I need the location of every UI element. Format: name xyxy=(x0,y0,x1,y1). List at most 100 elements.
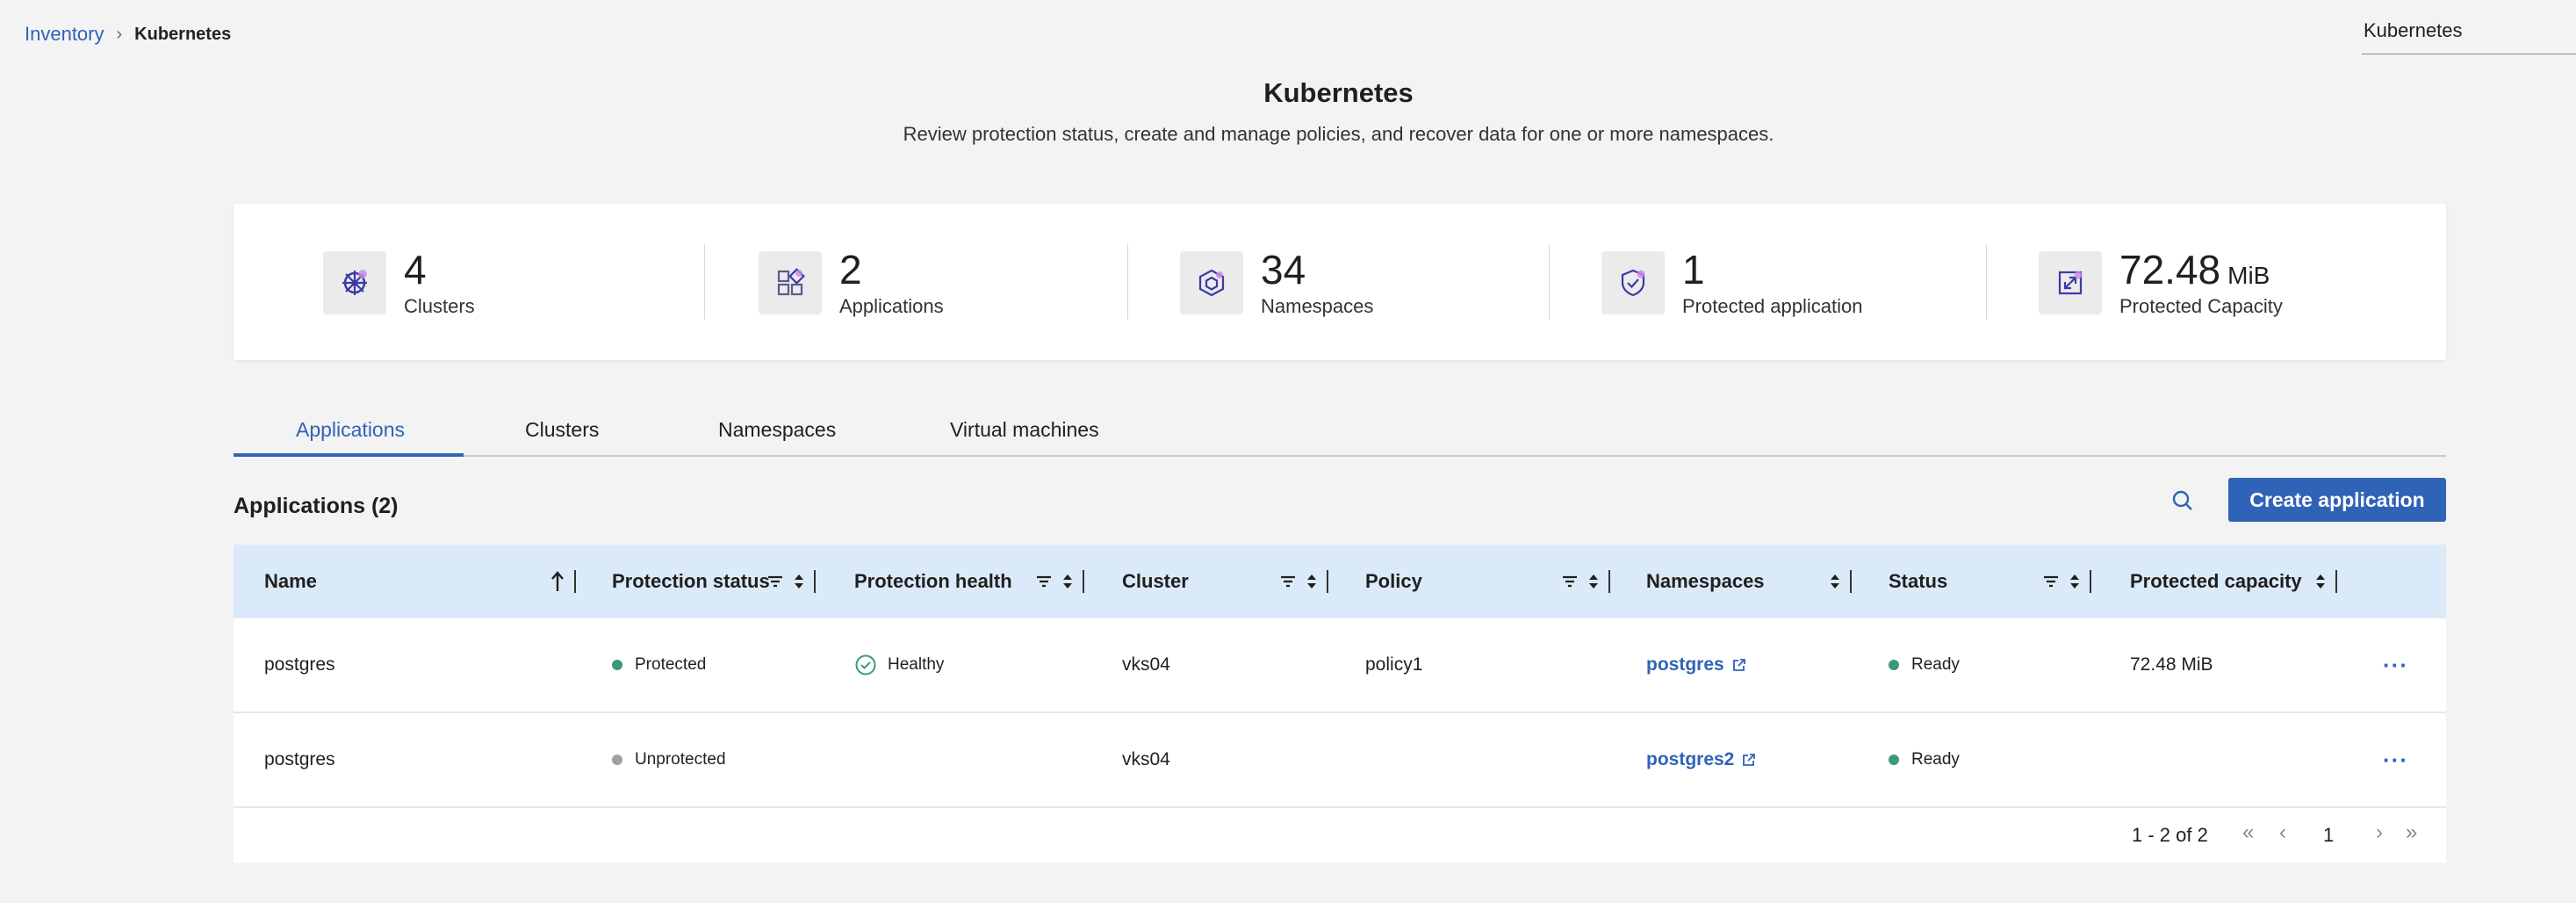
cell-status: Ready xyxy=(1889,713,1960,806)
filter-icon[interactable] xyxy=(1279,573,1297,590)
capacity-value: 72.48 MiB xyxy=(2119,249,2283,290)
status-dot xyxy=(612,755,622,765)
namespaces-label: Namespaces xyxy=(1261,295,1374,317)
stat-clusters: 4 Clusters xyxy=(323,249,475,318)
namespaces-count: 34 xyxy=(1261,247,1306,293)
tab-virtual-machines[interactable]: Virtual machines xyxy=(950,418,1099,442)
table-header: Name Protection status Protection health… xyxy=(234,545,2446,618)
column-header-status[interactable]: Status xyxy=(1889,545,1947,618)
expand-icon xyxy=(2039,251,2102,314)
cell-cluster: vks04 xyxy=(1122,654,1170,675)
column-header-protected-capacity[interactable]: Protected capacity xyxy=(2130,545,2302,618)
page-title: Kubernetes xyxy=(1263,77,1414,108)
column-resize-handle[interactable] xyxy=(2090,570,2091,593)
column-header-protection-health[interactable]: Protection health xyxy=(854,545,1012,618)
namespace-link-text: postgres xyxy=(1646,654,1724,675)
capacity-number: 72.48 xyxy=(2119,247,2221,293)
stat-protected-capacity: 72.48 MiB Protected Capacity xyxy=(2039,249,2283,318)
summary-card: 4 Clusters 2 Applications 34 Namespaces … xyxy=(234,204,2446,360)
status-dot xyxy=(1889,755,1899,765)
context-selector[interactable]: Kubernetes xyxy=(2362,18,2576,54)
divider xyxy=(1986,244,1987,320)
capacity-unit: MiB xyxy=(2227,262,2270,289)
sort-icon[interactable] xyxy=(793,571,805,592)
check-circle-icon xyxy=(855,654,876,675)
column-resize-handle[interactable] xyxy=(2335,570,2337,593)
clusters-count: 4 xyxy=(404,247,427,293)
external-link-icon xyxy=(1743,754,1756,766)
shield-check-icon xyxy=(1601,251,1665,314)
tab-applications[interactable]: Applications xyxy=(296,418,405,442)
filter-icon[interactable] xyxy=(1035,573,1053,590)
protected-apps-label: Protected application xyxy=(1682,295,1863,317)
tab-namespaces[interactable]: Namespaces xyxy=(718,418,836,442)
sort-icon[interactable] xyxy=(1061,571,1074,592)
cell-cluster: vks04 xyxy=(1122,749,1170,769)
next-page-icon[interactable]: › xyxy=(2376,820,2383,845)
cell-policy: policy1 xyxy=(1365,654,1423,675)
column-header-cluster[interactable]: Cluster xyxy=(1122,545,1189,618)
tab-clusters[interactable]: Clusters xyxy=(525,418,599,442)
cluster-tools xyxy=(1279,569,1328,594)
last-page-icon[interactable]: » xyxy=(2406,820,2417,845)
cell-namespace: postgres xyxy=(1646,618,1747,712)
column-resize-handle[interactable] xyxy=(1083,570,1084,593)
cell-name: postgres xyxy=(264,749,335,769)
column-resize-handle[interactable] xyxy=(814,570,816,593)
column-header-policy[interactable]: Policy xyxy=(1365,545,1422,618)
first-page-icon[interactable]: « xyxy=(2242,820,2254,845)
column-resize-handle[interactable] xyxy=(1327,570,1328,593)
cell-namespace: postgres2 xyxy=(1646,713,1757,806)
table-footer: 1 - 2 of 2 « ‹ 1 › » xyxy=(234,808,2446,863)
pagination-range: 1 - 2 of 2 xyxy=(2132,824,2208,846)
filter-icon[interactable] xyxy=(2042,573,2060,590)
filter-icon[interactable] xyxy=(1561,573,1579,590)
previous-page-icon[interactable]: ‹ xyxy=(2279,820,2286,845)
cell-protection-status: Protected xyxy=(612,618,706,712)
helm-wheel-icon xyxy=(323,251,386,314)
applications-label: Applications xyxy=(839,295,944,317)
active-tab-indicator xyxy=(234,453,464,457)
sort-icon[interactable] xyxy=(1587,571,1600,592)
chevron-right-icon: › xyxy=(116,24,123,44)
breadcrumb: Inventory › Kubernetes xyxy=(25,23,231,46)
column-resize-handle[interactable] xyxy=(1608,570,1610,593)
cube-icon xyxy=(1180,251,1243,314)
protected-apps-count: 1 xyxy=(1682,247,1705,293)
row-actions-more-icon[interactable]: ··· xyxy=(2383,713,2408,806)
policy-tools xyxy=(1561,569,1610,594)
cell-protection-health: Healthy xyxy=(854,618,944,712)
column-header-namespaces[interactable]: Namespaces xyxy=(1646,545,1765,618)
namespace-link[interactable]: postgres2 xyxy=(1646,749,1757,770)
filter-icon[interactable] xyxy=(766,573,784,590)
sort-icon[interactable] xyxy=(1306,571,1318,592)
sort-ascending-icon[interactable] xyxy=(550,570,565,593)
protection-status-tools xyxy=(766,569,816,594)
more-icon[interactable]: ··· xyxy=(2383,747,2408,774)
protection-status-text: Unprotected xyxy=(635,750,726,769)
table-row[interactable]: postgres Protected Healthy vks04 policy1… xyxy=(234,618,2446,713)
breadcrumb-inventory-link[interactable]: Inventory xyxy=(25,23,104,46)
column-resize-handle[interactable] xyxy=(1850,570,1852,593)
section-title: Applications (2) xyxy=(234,494,399,518)
cell-status: Ready xyxy=(1889,618,1960,712)
status-text: Ready xyxy=(1911,655,1960,674)
column-header-name[interactable]: Name xyxy=(264,545,317,618)
clusters-label: Clusters xyxy=(404,295,475,317)
table-row[interactable]: postgres Unprotected vks04 postgres2 Rea… xyxy=(234,713,2446,808)
column-resize-handle[interactable] xyxy=(574,570,576,593)
create-application-button[interactable]: Create application xyxy=(2228,478,2446,522)
sort-icon[interactable] xyxy=(2069,571,2081,592)
current-page[interactable]: 1 xyxy=(2323,824,2334,847)
search-icon[interactable] xyxy=(2167,485,2198,517)
sort-icon[interactable] xyxy=(2314,571,2327,592)
column-header-protection-status[interactable]: Protection status xyxy=(612,545,770,618)
sort-icon[interactable] xyxy=(1829,571,1841,592)
row-actions-more-icon[interactable]: ··· xyxy=(2383,618,2408,712)
cell-name: postgres xyxy=(264,654,335,675)
namespace-link[interactable]: postgres xyxy=(1646,654,1747,675)
capacity-label: Protected Capacity xyxy=(2119,295,2283,317)
stat-protected-applications: 1 Protected application xyxy=(1601,249,1862,318)
more-icon[interactable]: ··· xyxy=(2383,652,2408,679)
protection-health-text: Healthy xyxy=(888,655,945,674)
